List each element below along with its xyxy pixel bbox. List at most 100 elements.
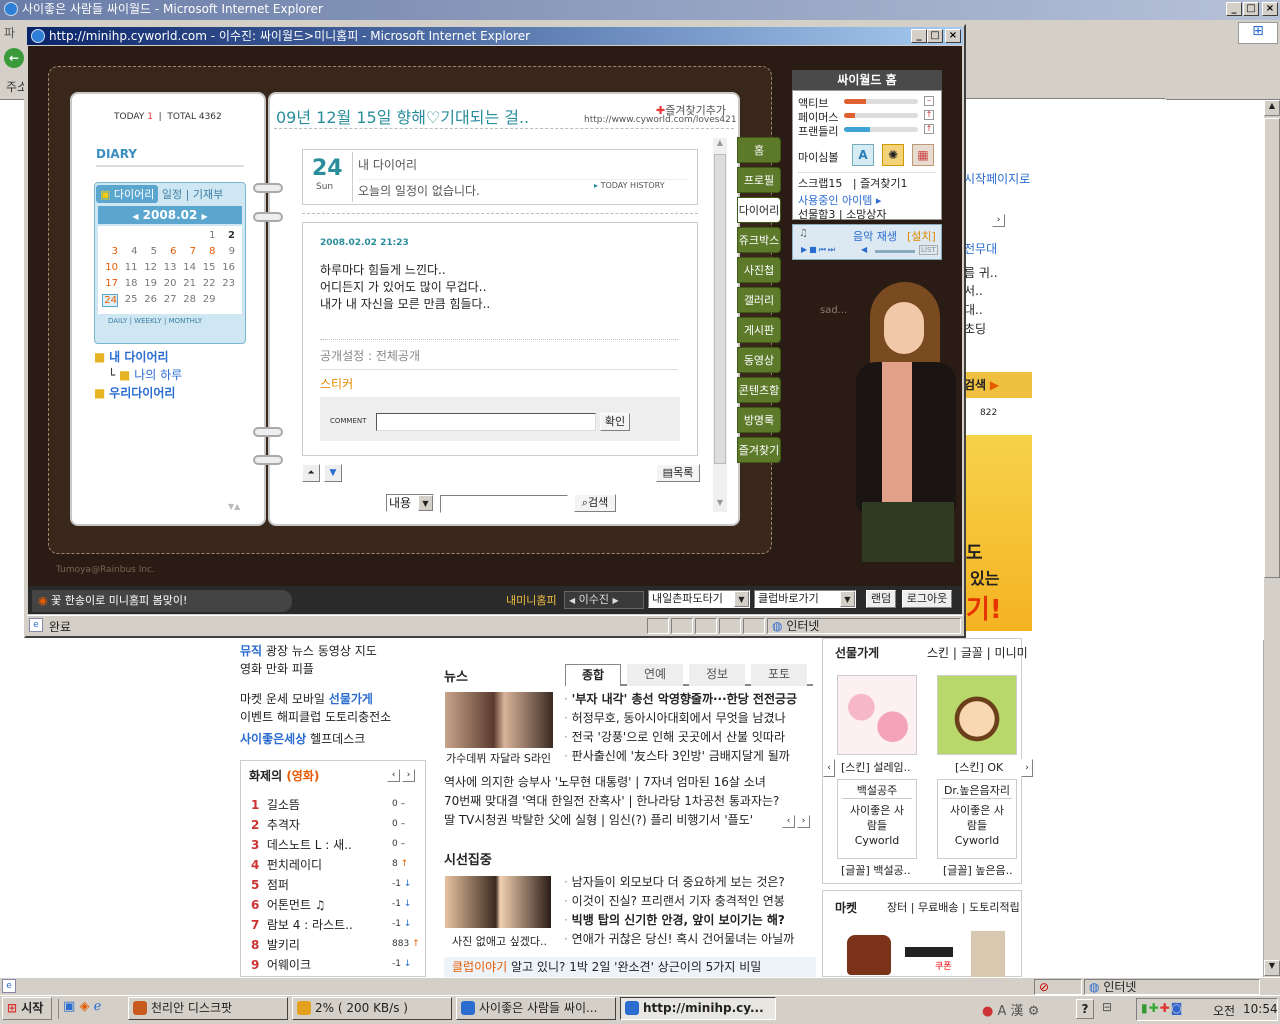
nav-event[interactable]: 이벤트 [240, 710, 273, 724]
page-scrollbar[interactable]: ▲ ▼ [1263, 100, 1280, 977]
focus-photo[interactable] [445, 876, 551, 928]
calendar-day[interactable]: 17 [102, 278, 118, 289]
calendar-views[interactable]: DAILY | WEEKLY | MONTHLY [108, 317, 202, 325]
club-select[interactable]: 클럽바로가기 ▼ [754, 590, 856, 608]
calendar-day[interactable]: 3 [102, 246, 118, 257]
back-button[interactable]: ← [4, 48, 24, 68]
tab-schedule[interactable]: 일정 [162, 188, 182, 201]
meter-info-icon[interactable]: ↑ [924, 110, 934, 120]
nav-mobile[interactable]: 모바일 [292, 692, 325, 706]
comment-input[interactable] [376, 413, 596, 431]
tab-7[interactable]: 동영상 [737, 347, 781, 373]
ranking-row[interactable]: 6 어톤먼트 ♫ [251, 896, 326, 913]
owner-selector[interactable]: ◀ 이수진 ▶ [564, 591, 644, 609]
nav-plaza[interactable]: 광장 [266, 644, 288, 658]
ime-extra-icon[interactable]: ⊟ [1102, 1000, 1112, 1014]
gift-font-1[interactable]: 백설공주 사이좋은 사람들 Cyworld [837, 779, 917, 859]
task-disk-pot[interactable]: 천리안 디스크팟 [128, 997, 288, 1020]
scroll-thumb[interactable] [1264, 118, 1280, 578]
media-icon[interactable]: ◈ [79, 999, 89, 1014]
fav-count[interactable]: 즐겨찾기1 [860, 177, 907, 190]
calendar-day[interactable]: 22 [200, 278, 216, 289]
scroll-down[interactable]: ▼ [1264, 960, 1280, 976]
desktop-icon[interactable]: ▣ [63, 999, 75, 1014]
task-minihp[interactable]: http://minihp.cy... [620, 997, 776, 1020]
market-tab-free[interactable]: 무료배송 [918, 901, 958, 914]
news-next[interactable]: › [797, 815, 810, 828]
news-more-item[interactable]: 딸 TV시청권 박탈한 父에 실형 | 임신(?) 플리 비행기서 '플도' [444, 811, 780, 830]
calendar-day[interactable]: 9 [219, 246, 235, 257]
meter-info-icon[interactable]: – [924, 96, 934, 106]
gift-caption-2[interactable]: [스킨] OK [955, 759, 1003, 775]
gift-skin-2[interactable] [937, 675, 1017, 755]
market-tab-store[interactable]: 장터 [887, 901, 907, 914]
scroll-down-icon[interactable]: ▼ [713, 498, 727, 512]
calendar-day[interactable]: 26 [141, 294, 157, 305]
minimize-button[interactable]: _ [1226, 2, 1242, 16]
list-button[interactable]: ▤목록 [656, 464, 700, 482]
symbol-a-icon[interactable]: A [852, 144, 874, 166]
club-story-tag[interactable]: 클럽이야기 [452, 960, 507, 974]
calendar-day[interactable]: 13 [161, 262, 177, 273]
ranking-prev[interactable]: ‹ [387, 769, 400, 782]
ranking-next[interactable]: › [402, 769, 415, 782]
gift-prev[interactable]: ‹ [823, 759, 835, 777]
nav-goodworld[interactable]: 사이좋은세상 [240, 732, 306, 746]
random-button[interactable]: 랜덤 [866, 590, 896, 608]
search-button[interactable]: ⌕검색 [574, 494, 616, 512]
news-tab-all[interactable]: 종합 [565, 664, 621, 686]
close-button[interactable]: × [1262, 2, 1278, 16]
gift-caption-4[interactable]: [글꼴] 높은음.. [943, 862, 1013, 878]
month-prev[interactable]: ◀ [132, 212, 138, 221]
ranking-row[interactable]: 7 람보 4 : 라스트.. [251, 916, 353, 933]
entry-scrollbar[interactable]: ▲ ▼ [713, 138, 727, 512]
calendar-day[interactable]: 14 [180, 262, 196, 273]
market-pants-image[interactable] [971, 931, 1005, 977]
news-tab-ent[interactable]: 연예 [627, 664, 683, 686]
wave-select[interactable]: 내일촌파도타기 ▼ [648, 590, 750, 608]
notice-bar[interactable]: ◉ 꽃 한송이로 미니홈피 봄맞이! [32, 590, 292, 612]
scrap-count[interactable]: 스크랩15 [798, 177, 842, 190]
gift-font-2[interactable]: Dr.높은음자리 사이좋은 사람들 Cyworld [937, 779, 1017, 859]
tab-6[interactable]: 게시판 [737, 317, 781, 343]
ranking-row[interactable]: 1 길소뜸 [251, 796, 300, 813]
news-more-item[interactable]: 역사에 의지한 승부사 '노무현 대통령' | 7자녀 엄마된 16살 소녀 [444, 773, 814, 792]
calendar-day[interactable]: 18 [122, 278, 138, 289]
gift-tab-font[interactable]: 글꼴 [961, 646, 983, 660]
calendar-day[interactable]: 23 [219, 278, 235, 289]
news-photo-caption[interactable]: 가수데뷔 자달라 S라인 [446, 750, 551, 766]
ranking-row[interactable]: 3 데스노트 L : 새.. [251, 836, 352, 853]
nav-video[interactable]: 동영상 [318, 644, 351, 658]
tab-9[interactable]: 방명록 [737, 407, 781, 433]
popup-minimize[interactable]: _ [911, 29, 927, 43]
folder-our-diary[interactable]: ■ 우리다이어리 [94, 384, 182, 402]
calendar-day[interactable]: 5 [141, 246, 157, 257]
tab-memo[interactable]: 기재부 [193, 188, 223, 201]
gift-tab-skin[interactable]: 스킨 [927, 646, 949, 660]
player-controls[interactable]: ▶■⏮⏭ [801, 245, 837, 255]
today-history[interactable]: ▸ TODAY HISTORY [594, 181, 665, 190]
calendar-day[interactable]: 24 [102, 294, 118, 307]
tab-3[interactable]: 쥬크박스 [737, 227, 781, 253]
folder-my-diary[interactable]: ■ 내 다이어리 [94, 348, 182, 366]
maximize-button[interactable]: □ [1243, 2, 1259, 16]
start-button[interactable]: ⊞ 시작 [2, 997, 52, 1020]
news-tab-photo[interactable]: 포토 [751, 664, 807, 686]
scroll-up-icon[interactable]: ▲ [713, 138, 727, 152]
meter-info-icon[interactable]: ↑ [924, 124, 934, 134]
calendar-day[interactable]: 19 [141, 278, 157, 289]
side-next-arrow[interactable]: › [992, 214, 1005, 227]
focus-item[interactable]: · 연애가 귀찮은 당신! 혹시 건어물녀는 아닐까 [564, 930, 814, 949]
ime-hanja-icon[interactable]: 漢 [1011, 1004, 1024, 1019]
calendar-day[interactable]: 2 [219, 230, 235, 241]
up-button[interactable]: ⏶ [302, 464, 320, 482]
music-install[interactable]: [설치] [907, 228, 936, 244]
nav-dotori[interactable]: 도토리충전소 [325, 710, 391, 724]
popup-close[interactable]: × [945, 29, 961, 43]
korea-flag-icon[interactable]: ● [982, 1004, 993, 1019]
nav-gift[interactable]: 선물가게 [329, 692, 373, 706]
news-item[interactable]: · '부자 내각' 총선 악영향줄까···한당 전전긍긍 [564, 690, 814, 709]
tab-10[interactable]: 즐겨찾기 [737, 437, 781, 463]
help-icon[interactable]: ? [1076, 999, 1094, 1019]
sticker-link[interactable]: 스티커 [320, 375, 353, 392]
